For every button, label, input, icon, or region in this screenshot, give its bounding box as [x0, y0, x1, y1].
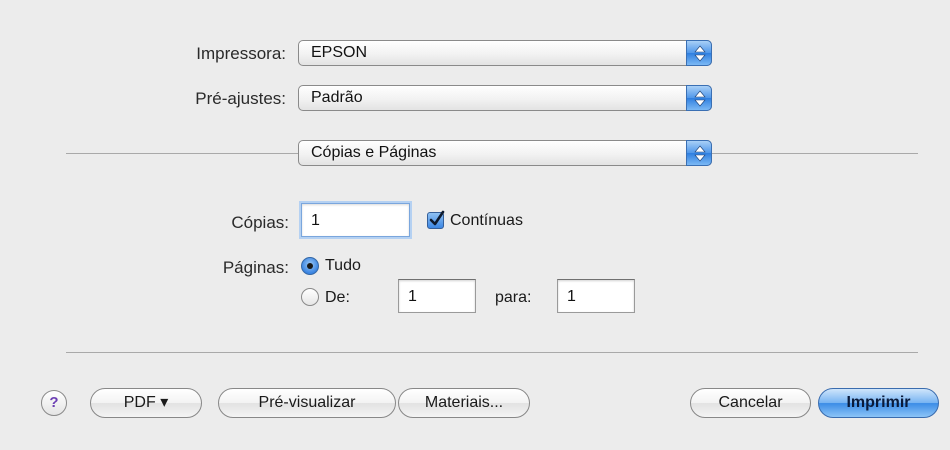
copies-label: Cópias: [231, 213, 289, 232]
presets-label: Pré-ajustes: [195, 89, 286, 108]
pages-to-label: para: [495, 289, 532, 306]
cancel-button[interactable]: Cancelar [690, 388, 811, 418]
pages-label: Páginas: [222, 258, 289, 277]
up-down-arrows-icon [686, 85, 712, 111]
pages-from-input[interactable]: 1 [398, 279, 476, 313]
pages-range-radio[interactable] [301, 288, 319, 306]
print-dialog: Impressora: EPSON Pré-ajustes: Padrão Có… [0, 0, 950, 450]
printer-value: EPSON [311, 44, 368, 61]
presets-popup[interactable]: Padrão [298, 85, 712, 111]
copies-input[interactable]: 1 [301, 203, 410, 237]
preview-button[interactable]: Pré-visualizar [218, 388, 396, 418]
checkmark-icon [429, 210, 445, 226]
pages-to-input[interactable]: 1 [557, 279, 635, 313]
collated-checkbox[interactable] [427, 210, 445, 229]
separator-left [66, 153, 298, 154]
supplies-button[interactable]: Materiais... [398, 388, 530, 418]
pages-all-label[interactable]: Tudo [325, 257, 361, 275]
bottom-separator [66, 352, 918, 353]
presets-value: Padrão [311, 89, 363, 106]
section-popup[interactable]: Cópias e Páginas [298, 140, 712, 166]
section-value: Cópias e Páginas [311, 144, 437, 161]
pages-all-radio[interactable] [301, 257, 319, 275]
help-icon[interactable]: ? [41, 390, 67, 416]
separator-right [712, 153, 918, 154]
print-button[interactable]: Imprimir [818, 388, 939, 418]
up-down-arrows-icon [686, 40, 712, 66]
pdf-button[interactable]: PDF ▾ [90, 388, 202, 418]
printer-popup[interactable]: EPSON [298, 40, 712, 66]
pages-from-label[interactable]: De: [325, 289, 350, 307]
collated-label[interactable]: Contínuas [450, 212, 523, 230]
printer-label: Impressora: [196, 44, 286, 63]
up-down-arrows-icon [686, 140, 712, 166]
